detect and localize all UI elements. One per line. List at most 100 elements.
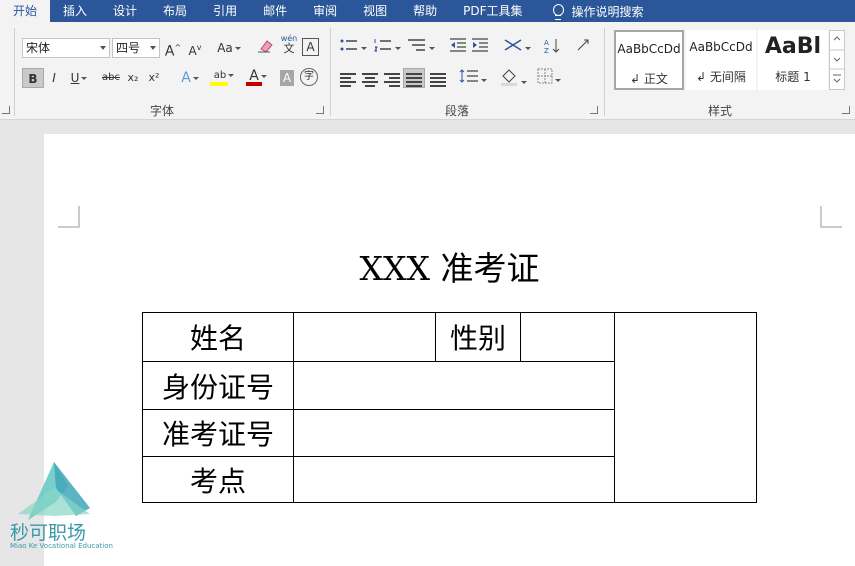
phonetic-bottom: 文 xyxy=(283,42,295,55)
underline-icon: U xyxy=(70,71,80,85)
photo-cell[interactable] xyxy=(614,312,757,503)
numbering-button[interactable] xyxy=(372,38,402,58)
chevron-down-icon xyxy=(260,74,267,78)
strikethrough-button[interactable]: abc xyxy=(100,68,122,88)
justify-button[interactable] xyxy=(403,68,425,88)
clipboard-dialog-launcher[interactable] xyxy=(2,106,10,114)
gallery-arrows-icon xyxy=(830,36,844,83)
group-separator xyxy=(330,28,331,116)
style-name: ↲ 正文 xyxy=(630,72,668,86)
show-marks-button[interactable] xyxy=(574,38,592,58)
increase-indent-icon xyxy=(472,38,488,52)
style-sample: AaBbCcDd xyxy=(689,40,753,54)
font-group-label: 字体 xyxy=(150,104,175,118)
line-spacing-button[interactable] xyxy=(458,68,488,88)
chevron-down-icon xyxy=(555,79,561,82)
text-effects-icon: A xyxy=(181,70,191,86)
phonetic-guide-button[interactable]: wén 文 xyxy=(279,34,299,54)
paragraph-dialog-launcher[interactable] xyxy=(590,106,598,114)
borders-button[interactable] xyxy=(534,68,564,88)
ticket-label-cell[interactable]: 准考证号 xyxy=(142,409,294,457)
multilevel-list-icon xyxy=(408,39,425,51)
text-effects-button[interactable]: A xyxy=(176,68,204,88)
name-value-cell[interactable] xyxy=(293,312,436,362)
site-label-cell[interactable]: 考点 xyxy=(142,456,294,503)
tab-help[interactable]: 帮助 xyxy=(400,0,450,22)
group-separator xyxy=(14,28,15,116)
group-separator xyxy=(604,28,605,116)
clear-format-button[interactable] xyxy=(256,38,276,58)
document-title[interactable]: XXX 准考证 xyxy=(44,242,855,290)
style-no-spacing[interactable]: AaBbCcDd ↲ 无间隔 xyxy=(686,30,756,90)
paragraph-mark-icon xyxy=(577,39,589,51)
ticket-value-cell[interactable] xyxy=(293,409,615,457)
tell-me-search[interactable]: 操作说明搜索 xyxy=(536,3,644,20)
character-border-button[interactable]: A xyxy=(302,38,319,56)
style-normal[interactable]: AaBbCcDd ↲ 正文 xyxy=(614,30,684,90)
paragraph-group-label: 段落 xyxy=(445,104,470,118)
increase-indent-button[interactable] xyxy=(470,38,490,58)
chevron-down-icon xyxy=(228,73,235,77)
styles-gallery-scroll[interactable] xyxy=(829,30,845,90)
tab-layout[interactable]: 布局 xyxy=(150,0,200,22)
tab-pdf-tools[interactable]: PDF工具集 xyxy=(450,0,535,22)
decrease-indent-button[interactable] xyxy=(448,38,468,58)
admission-ticket-table[interactable]: 姓名 性别 身份证号 准考证号 考点 xyxy=(142,312,757,503)
id-value-cell[interactable] xyxy=(293,361,615,410)
id-label-cell[interactable]: 身份证号 xyxy=(142,361,294,410)
grow-font-button[interactable]: A^ xyxy=(164,38,182,60)
font-size-combo[interactable]: 四号 xyxy=(112,38,160,58)
tab-mailings[interactable]: 邮件 xyxy=(250,0,300,22)
gender-label-cell[interactable]: 性别 xyxy=(435,312,521,362)
sort-button[interactable]: AZ xyxy=(542,38,562,58)
align-right-button[interactable] xyxy=(384,72,400,87)
chevron-down-icon xyxy=(395,47,401,50)
highlighter-icon: ab xyxy=(213,70,227,81)
underline-button[interactable]: U xyxy=(66,68,92,88)
font-dialog-launcher[interactable] xyxy=(316,106,324,114)
document-page[interactable]: XXX 准考证 姓名 性别 身份证号 准考证号 考点 xyxy=(44,134,855,566)
font-color-button[interactable]: A xyxy=(244,66,272,86)
align-left-button[interactable] xyxy=(340,72,356,87)
svg-text:Z: Z xyxy=(544,47,549,54)
font-size-value: 四号 xyxy=(116,41,141,55)
character-shading-button[interactable]: A xyxy=(280,70,294,86)
site-value-cell[interactable] xyxy=(293,456,615,503)
ribbon-tab-bar: 开始 插入 设计 布局 引用 邮件 审阅 视图 帮助 PDF工具集 操作说明搜索 xyxy=(0,0,855,22)
style-heading-1[interactable]: AaBl 标题 1 xyxy=(758,30,828,90)
gender-value-cell[interactable] xyxy=(520,312,615,362)
bullet-list-icon xyxy=(340,39,357,51)
highlight-button[interactable]: ab xyxy=(208,66,240,86)
change-case-button[interactable]: Aa xyxy=(214,38,244,58)
font-color-swatch xyxy=(246,82,262,86)
tab-references[interactable]: 引用 xyxy=(200,0,250,22)
multilevel-list-button[interactable] xyxy=(406,38,436,58)
highlight-color-swatch xyxy=(210,82,228,86)
grow-font-icon: A xyxy=(164,43,175,60)
superscript-button[interactable]: x² xyxy=(146,68,162,88)
decrease-indent-icon xyxy=(450,38,466,52)
shrink-font-button[interactable]: Av xyxy=(186,38,204,58)
name-label-cell[interactable]: 姓名 xyxy=(142,312,294,362)
chevron-down-icon xyxy=(81,77,88,80)
shading-button[interactable] xyxy=(498,68,528,88)
font-name-combo[interactable]: 宋体 xyxy=(22,38,110,58)
enclose-characters-button[interactable]: 字 xyxy=(300,68,318,86)
italic-button[interactable]: I xyxy=(46,68,62,88)
chinese-layout-button[interactable] xyxy=(502,38,532,58)
subscript-button[interactable]: x₂ xyxy=(125,68,141,88)
tab-design[interactable]: 设计 xyxy=(100,0,150,22)
styles-dialog-launcher[interactable] xyxy=(842,106,850,114)
tab-insert[interactable]: 插入 xyxy=(50,0,100,22)
tab-review[interactable]: 审阅 xyxy=(300,0,350,22)
justify-icon xyxy=(406,72,422,87)
watermark-subtitle: Miao Ke Vocational Education xyxy=(10,542,113,550)
tab-home[interactable]: 开始 xyxy=(0,0,51,22)
tab-view[interactable]: 视图 xyxy=(350,0,400,22)
distributed-button[interactable] xyxy=(430,72,446,87)
align-center-button[interactable] xyxy=(362,72,378,87)
bullets-button[interactable] xyxy=(338,38,368,58)
chevron-down-icon xyxy=(361,47,367,50)
bold-button[interactable]: B xyxy=(22,68,44,88)
chevron-down-icon xyxy=(234,47,241,50)
